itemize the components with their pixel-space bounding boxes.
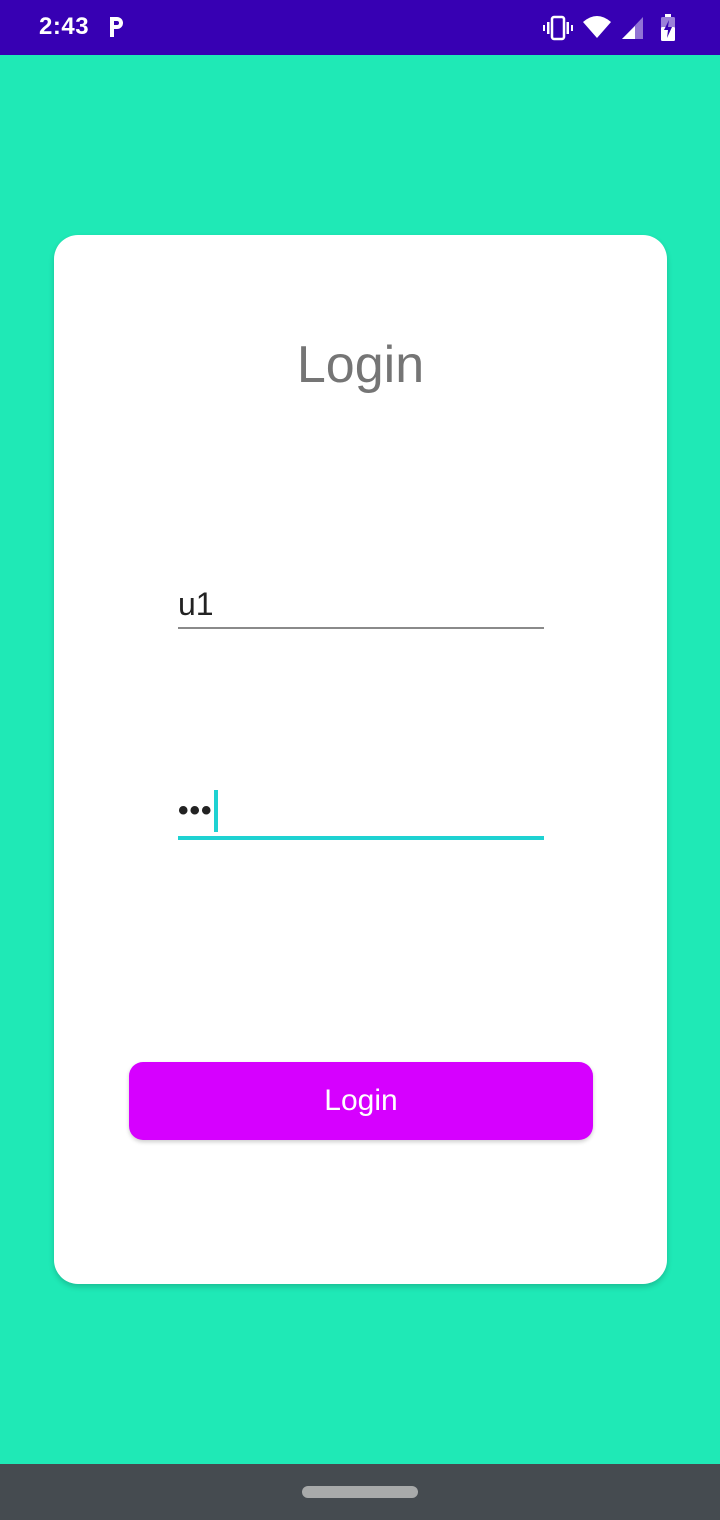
signal-icon	[622, 17, 643, 39]
password-underline	[178, 836, 544, 840]
status-time: 2:43	[39, 13, 90, 40]
login-card: Login u1 ••• Login	[54, 235, 667, 1284]
password-masked-text: •••	[178, 794, 213, 827]
vibrate-icon	[543, 15, 573, 41]
battery-charging-icon	[661, 14, 675, 41]
home-gesture-handle[interactable]	[302, 1486, 418, 1498]
username-field[interactable]: u1	[178, 583, 544, 629]
username-underline	[178, 627, 544, 629]
password-input[interactable]: •••	[178, 790, 544, 832]
username-input[interactable]: u1	[178, 583, 544, 625]
page-title: Login	[296, 336, 425, 394]
parking-p-icon	[110, 17, 123, 37]
navigation-bar	[0, 1464, 720, 1520]
password-field[interactable]: •••	[178, 790, 544, 840]
status-bar: 2:43	[0, 0, 720, 55]
text-caret	[213, 790, 218, 832]
login-button[interactable]: Login	[129, 1062, 593, 1140]
wifi-icon	[583, 16, 611, 38]
